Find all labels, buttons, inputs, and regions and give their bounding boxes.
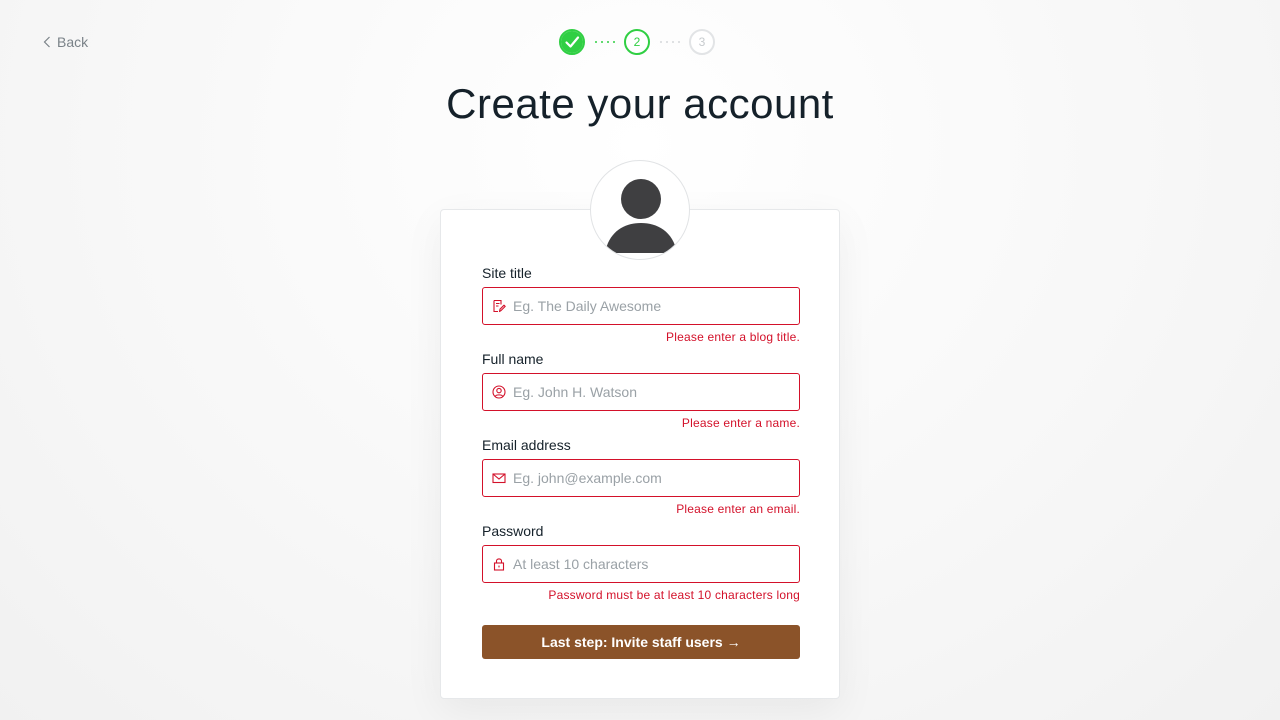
full-name-input[interactable] [513, 374, 793, 410]
password-input[interactable] [513, 546, 793, 582]
step-1-complete [559, 29, 585, 55]
email-input[interactable] [513, 460, 793, 496]
email-input-wrap [482, 459, 800, 497]
site-title-input[interactable] [513, 288, 793, 324]
step-separator [650, 41, 689, 43]
email-label: Email address [482, 437, 571, 453]
full-name-error: Please enter a name. [681, 416, 800, 430]
page-title: Create your account [446, 80, 834, 127]
site-title-label: Site title [482, 265, 532, 281]
site-title-field: Site title Please enter a blog title. [482, 265, 800, 344]
password-error: Password must be at least 10 characters … [548, 588, 800, 602]
step-2-current: 2 [624, 29, 650, 55]
full-name-label: Full name [482, 351, 544, 367]
invite-staff-button[interactable]: Last step: Invite staff users → [482, 625, 800, 659]
step-separator [585, 41, 624, 43]
site-title-input-wrap [482, 287, 800, 325]
user-avatar-icon [605, 179, 677, 253]
site-title-error: Please enter a blog title. [666, 330, 800, 344]
email-field: Email address Please enter an email. [482, 437, 800, 516]
password-field: Password Password must be at least 10 ch… [482, 523, 800, 602]
checkmark-icon [565, 36, 580, 48]
email-error: Please enter an email. [676, 502, 800, 516]
envelope-icon [492, 473, 506, 484]
full-name-input-wrap [482, 373, 800, 411]
pencil-note-icon [493, 299, 506, 313]
step-3-upcoming: 3 [689, 29, 715, 55]
user-circle-icon [492, 385, 506, 399]
signup-page: Back 2 3 Create your account Site title [0, 0, 1280, 720]
signup-form-card: Site title Please enter a blog title. Fu… [440, 209, 840, 699]
password-label: Password [482, 523, 544, 539]
lock-icon [493, 558, 505, 571]
back-link[interactable]: Back [43, 34, 88, 50]
chevron-left-icon [43, 36, 50, 48]
back-link-label: Back [57, 34, 89, 50]
password-input-wrap [482, 545, 800, 583]
avatar-upload[interactable] [590, 160, 690, 260]
full-name-field: Full name Please enter a name. [482, 351, 800, 430]
progress-steps: 2 3 [559, 29, 715, 55]
